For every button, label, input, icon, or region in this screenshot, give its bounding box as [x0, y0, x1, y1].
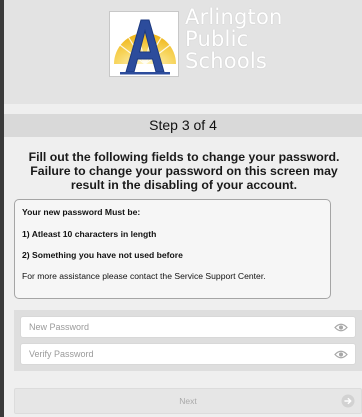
verify-password-input[interactable] [21, 344, 355, 364]
next-button[interactable]: Next [14, 388, 362, 414]
arrow-right-circle-icon [341, 394, 355, 408]
header: Arlington Public Schools [4, 0, 362, 104]
new-password-input[interactable] [21, 317, 355, 337]
password-fields [14, 310, 362, 371]
instructions-text: Fill out the following fields to change … [28, 150, 340, 192]
eye-icon[interactable] [334, 322, 348, 333]
next-button-label: Next [179, 396, 197, 406]
logo-line-schools: Schools [185, 49, 268, 73]
verify-password-field-wrapper [20, 343, 356, 365]
requirement-unused: 2) Something you have not used before [22, 250, 183, 260]
arlington-logo-icon [109, 11, 179, 77]
requirement-length: 1) Atleast 10 characters in length [22, 229, 157, 239]
new-password-field-wrapper [20, 316, 356, 338]
requirements-heading: Your new password Must be: [22, 207, 141, 217]
logo-line-public: Public [185, 27, 249, 51]
password-change-page: Arlington Public Schools Step 3 of 4 Fil… [0, 0, 362, 417]
eye-icon[interactable] [334, 349, 348, 360]
assistance-text: For more assistance please contact the S… [22, 271, 266, 281]
logo-line-arlington: Arlington [185, 5, 283, 29]
step-indicator: Step 3 of 4 [4, 114, 362, 137]
password-requirements-box: Your new password Must be: 1) Atleast 10… [14, 199, 331, 299]
logo-wordmark: Arlington Public Schools [185, 6, 283, 72]
